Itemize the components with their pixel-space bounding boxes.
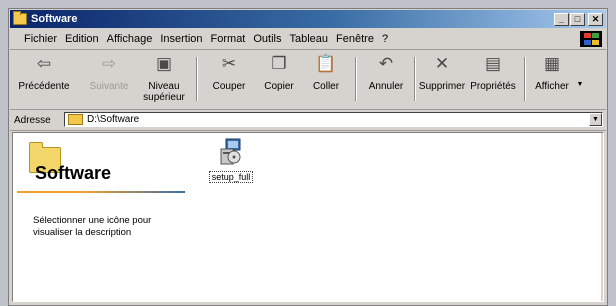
- scissors-icon: ✂: [221, 54, 237, 73]
- forward-arrow-icon: ⇨: [101, 54, 117, 73]
- copy-button[interactable]: ❐ Copier: [256, 51, 302, 107]
- up-level-button[interactable]: ▣ Niveau supérieur: [140, 51, 188, 107]
- view-label: Afficher: [535, 81, 569, 92]
- properties-button[interactable]: ▤ Propriétés: [468, 51, 518, 107]
- title-underline: [17, 191, 185, 193]
- copy-icon: ❐: [271, 54, 287, 73]
- paste-button[interactable]: 📋 Coller: [304, 51, 348, 107]
- address-bar: Adresse D:\Software ▼: [10, 110, 606, 131]
- back-button[interactable]: ⇦ Précédente: [14, 51, 74, 107]
- undo-label: Annuler: [368, 81, 404, 92]
- minimize-button[interactable]: _: [554, 12, 569, 26]
- up-label-line2: supérieur: [143, 92, 185, 103]
- back-arrow-icon: ⇦: [36, 54, 52, 73]
- windows-logo-icon: [580, 31, 602, 47]
- window-title: Software: [31, 13, 78, 25]
- properties-label: Propriétés: [470, 81, 516, 92]
- toolbar-separator: [196, 57, 198, 101]
- maximize-button[interactable]: □: [570, 12, 585, 26]
- toolbar: ⇦ Précédente ⇨ Suivante ▣ Niveau supérie…: [10, 51, 606, 110]
- menu-insertion[interactable]: Insertion: [156, 33, 206, 45]
- up-folder-icon: ▣: [155, 54, 173, 73]
- delete-label: Supprimer: [418, 81, 466, 92]
- forward-button[interactable]: ⇨ Suivante: [84, 51, 134, 107]
- scrollbar[interactable]: [601, 133, 603, 301]
- file-name: setup_full: [208, 171, 254, 183]
- cut-button[interactable]: ✂ Couper: [204, 51, 254, 107]
- properties-icon: ▤: [484, 54, 502, 73]
- address-label: Adresse: [14, 114, 51, 126]
- menu-outils[interactable]: Outils: [249, 33, 285, 45]
- delete-button[interactable]: ✕ Supprimer: [416, 51, 468, 107]
- close-button[interactable]: ✕: [588, 12, 603, 26]
- folder-view: Software Sélectionner une icône pour vis…: [12, 132, 604, 302]
- menu-fenetre[interactable]: Fenêtre: [332, 33, 378, 45]
- address-value: D:\Software: [87, 114, 140, 125]
- back-label: Précédente: [18, 81, 70, 92]
- address-dropdown-button[interactable]: ▼: [589, 113, 602, 126]
- paste-label: Coller: [312, 81, 340, 92]
- copy-label: Copier: [264, 81, 294, 92]
- menu-help[interactable]: ?: [378, 33, 392, 45]
- explorer-window: Software _ □ ✕ Fichier Edition Affichage…: [8, 8, 608, 306]
- menu-affichage[interactable]: Affichage: [103, 33, 157, 45]
- menu-edition[interactable]: Edition: [61, 33, 103, 45]
- view-dropdown-arrow[interactable]: ▼: [574, 79, 586, 91]
- folder-title: Software: [35, 163, 112, 183]
- toolbar-separator: [524, 57, 526, 101]
- view-button[interactable]: ▦ Afficher: [530, 51, 574, 107]
- delete-x-icon: ✕: [434, 54, 450, 73]
- undo-icon: ↶: [378, 54, 394, 73]
- setup-installer-icon: [218, 137, 244, 167]
- up-label-line1: Niveau: [148, 81, 180, 92]
- view-grid-icon: ▦: [543, 54, 561, 73]
- file-item[interactable]: setup_full: [203, 137, 259, 185]
- folder-icon: [13, 11, 27, 25]
- cut-label: Couper: [212, 81, 246, 92]
- folder-icon: [68, 114, 83, 125]
- menu-format[interactable]: Format: [207, 33, 250, 45]
- toolbar-separator: [355, 57, 357, 101]
- undo-button[interactable]: ↶ Annuler: [362, 51, 410, 107]
- folder-description: Sélectionner une icône pour visualiser l…: [33, 215, 152, 238]
- menu-bar: Fichier Edition Affichage Insertion Form…: [10, 29, 606, 50]
- menu-tableau[interactable]: Tableau: [286, 33, 333, 45]
- title-bar[interactable]: Software _ □ ✕: [10, 10, 606, 28]
- clipboard-icon: 📋: [315, 54, 337, 73]
- menu-fichier[interactable]: Fichier: [20, 33, 61, 45]
- forward-label: Suivante: [89, 81, 129, 92]
- address-input[interactable]: D:\Software ▼: [64, 112, 603, 127]
